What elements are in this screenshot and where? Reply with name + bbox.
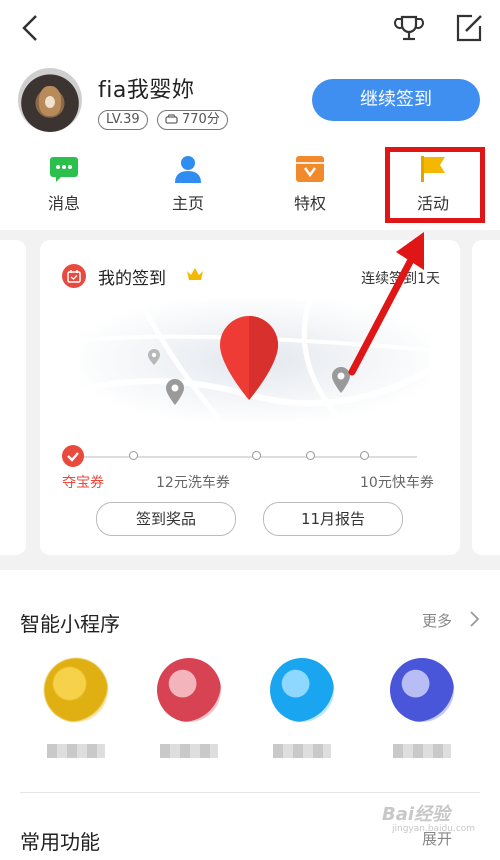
username: fia我婴妳 xyxy=(98,78,195,103)
monthly-report-button[interactable]: 11月报告 xyxy=(263,502,403,536)
person-icon xyxy=(175,156,201,183)
blurred-label xyxy=(47,744,105,758)
side-card-right[interactable] xyxy=(472,240,500,555)
calendar-icon xyxy=(62,264,86,288)
map-pin-icon xyxy=(332,367,350,393)
track-dot xyxy=(129,451,138,460)
edit-icon[interactable] xyxy=(452,11,486,45)
level-badge: LV.39 xyxy=(98,110,148,130)
streak-text: 连续签到1天 xyxy=(361,271,440,287)
track-dot xyxy=(306,451,315,460)
track-dot xyxy=(360,451,369,460)
message-icon xyxy=(50,157,78,182)
app-icon xyxy=(390,658,454,722)
nav-label: 消息 xyxy=(47,194,80,213)
section-title: 常用功能 xyxy=(20,830,100,854)
section-title: 智能小程序 xyxy=(20,612,120,636)
location-pin-icon xyxy=(220,316,278,400)
divider xyxy=(20,792,480,793)
nav-item-home[interactable]: 主页 xyxy=(148,148,228,218)
map-pin-icon xyxy=(166,379,184,405)
app-icon xyxy=(270,658,334,722)
highlight-box xyxy=(385,147,485,223)
crown-icon xyxy=(187,268,203,280)
mini-program-item[interactable] xyxy=(36,658,116,758)
points-badge: 770分 xyxy=(157,110,228,130)
points-value: 770分 xyxy=(182,112,220,127)
checked-icon xyxy=(62,445,84,467)
chevron-right-icon[interactable] xyxy=(468,610,480,628)
app-icon xyxy=(157,658,221,722)
app-icon xyxy=(44,658,108,722)
watermark-url: jingyan.baidu.com xyxy=(392,824,476,834)
nav-label: 特权 xyxy=(293,194,326,213)
mini-program-item[interactable] xyxy=(382,658,462,758)
checkin-card: 我的签到 连续签到1天 夺宝券 12元洗车券 10元快车券 签到奖品 11月报告 xyxy=(40,240,460,555)
reward-label: 夺宝券 xyxy=(62,475,104,491)
mini-program-item[interactable] xyxy=(149,658,229,758)
chevron-left-icon[interactable] xyxy=(14,10,50,46)
nav-item-privileges[interactable]: 特权 xyxy=(270,148,350,218)
blurred-label xyxy=(393,744,451,758)
watermark: Bai经验 jingyan.baidu.com xyxy=(382,800,494,840)
mini-program-item[interactable] xyxy=(262,658,342,758)
blurred-label xyxy=(160,744,218,758)
blurred-label xyxy=(273,744,331,758)
track-dot xyxy=(252,451,261,460)
checkin-title: 我的签到 xyxy=(98,269,166,289)
trophy-icon[interactable] xyxy=(392,11,426,45)
reward-label: 10元快车券 xyxy=(360,475,434,491)
avatar[interactable] xyxy=(18,68,82,132)
more-link[interactable]: 更多 xyxy=(422,610,452,631)
nav-label: 主页 xyxy=(171,194,204,213)
checkin-prizes-button[interactable]: 签到奖品 xyxy=(96,502,236,536)
reward-label: 12元洗车券 xyxy=(156,475,230,491)
privilege-icon xyxy=(296,156,324,182)
car-icon xyxy=(165,114,178,124)
top-bar xyxy=(0,0,500,60)
continue-checkin-button[interactable]: 继续签到 xyxy=(312,79,480,121)
side-card-left[interactable] xyxy=(0,240,26,555)
small-pin-icon xyxy=(148,349,160,365)
nav-item-messages[interactable]: 消息 xyxy=(24,148,104,218)
watermark-brand: Bai经验 xyxy=(382,804,451,825)
